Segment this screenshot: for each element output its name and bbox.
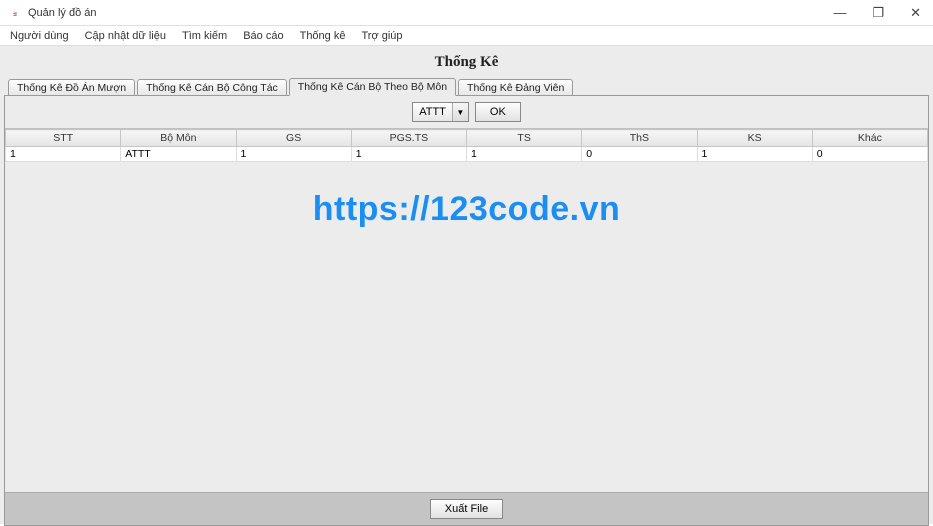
menu-tim-kiem[interactable]: Tìm kiếm — [176, 28, 233, 44]
col-ts[interactable]: TS — [467, 130, 582, 147]
menubar: Người dùng Cập nhật dữ liệu Tìm kiếm Báo… — [0, 26, 933, 46]
tabs-row: Thống Kê Đồ Án Mượn Thống Kê Cán Bộ Công… — [8, 77, 929, 95]
maximize-button[interactable]: ❐ — [868, 5, 888, 21]
export-button[interactable]: Xuất File — [430, 499, 503, 519]
window-title: Quản lý đồ án — [28, 7, 97, 19]
cell-ts: 1 — [467, 147, 582, 162]
col-ths[interactable]: ThS — [582, 130, 697, 147]
java-app-icon — [8, 6, 22, 20]
menu-nguoi-dung[interactable]: Người dùng — [4, 28, 75, 44]
menu-tro-giup[interactable]: Trợ giúp — [355, 28, 408, 44]
bo-mon-dropdown[interactable]: ATTT ▼ — [412, 102, 469, 122]
cell-ks: 1 — [697, 147, 812, 162]
col-stt[interactable]: STT — [6, 130, 121, 147]
col-gs[interactable]: GS — [236, 130, 351, 147]
menu-bao-cao[interactable]: Báo cáo — [237, 28, 289, 44]
bottom-bar: Xuất File — [5, 492, 928, 525]
col-bo-mon[interactable]: Bộ Môn — [121, 130, 236, 147]
tab-can-bo-cong-tac[interactable]: Thống Kê Cán Bộ Công Tác — [137, 79, 287, 96]
menu-cap-nhat[interactable]: Cập nhật dữ liệu — [79, 28, 172, 44]
empty-area — [5, 162, 928, 492]
filter-row: ATTT ▼ OK — [5, 96, 928, 128]
menu-thong-ke[interactable]: Thống kê — [294, 28, 352, 44]
table-row[interactable]: 1 ATTT 1 1 1 0 1 0 — [6, 147, 928, 162]
stats-table: STT Bộ Môn GS PGS.TS TS ThS KS Khác 1 AT… — [5, 129, 928, 162]
dropdown-value: ATTT — [413, 106, 452, 118]
cell-stt: 1 — [6, 147, 121, 162]
tab-do-an-muon[interactable]: Thống Kê Đồ Án Mượn — [8, 79, 135, 96]
table-area: STT Bộ Môn GS PGS.TS TS ThS KS Khác 1 AT… — [5, 128, 928, 492]
cell-gs: 1 — [236, 147, 351, 162]
cell-khac: 0 — [812, 147, 927, 162]
minimize-button[interactable]: — — [829, 5, 850, 21]
ok-button[interactable]: OK — [475, 102, 521, 122]
col-ks[interactable]: KS — [697, 130, 812, 147]
close-button[interactable]: ✕ — [906, 5, 925, 21]
col-khac[interactable]: Khác — [812, 130, 927, 147]
tab-can-bo-theo-bo-mon[interactable]: Thống Kê Cán Bộ Theo Bộ Môn — [289, 78, 456, 96]
chevron-down-icon: ▼ — [452, 103, 468, 121]
cell-bomon: ATTT — [121, 147, 236, 162]
cell-ths: 0 — [582, 147, 697, 162]
page-title: Thống Kê — [4, 50, 929, 77]
cell-pgsts: 1 — [351, 147, 466, 162]
col-pgsts[interactable]: PGS.TS — [351, 130, 466, 147]
titlebar: Quản lý đồ án — ❐ ✕ — [0, 0, 933, 26]
tab-content: ATTT ▼ OK STT Bộ Môn GS PGS.TS TS ThS KS… — [4, 95, 929, 526]
tab-dang-vien[interactable]: Thống Kê Đảng Viên — [458, 79, 573, 96]
